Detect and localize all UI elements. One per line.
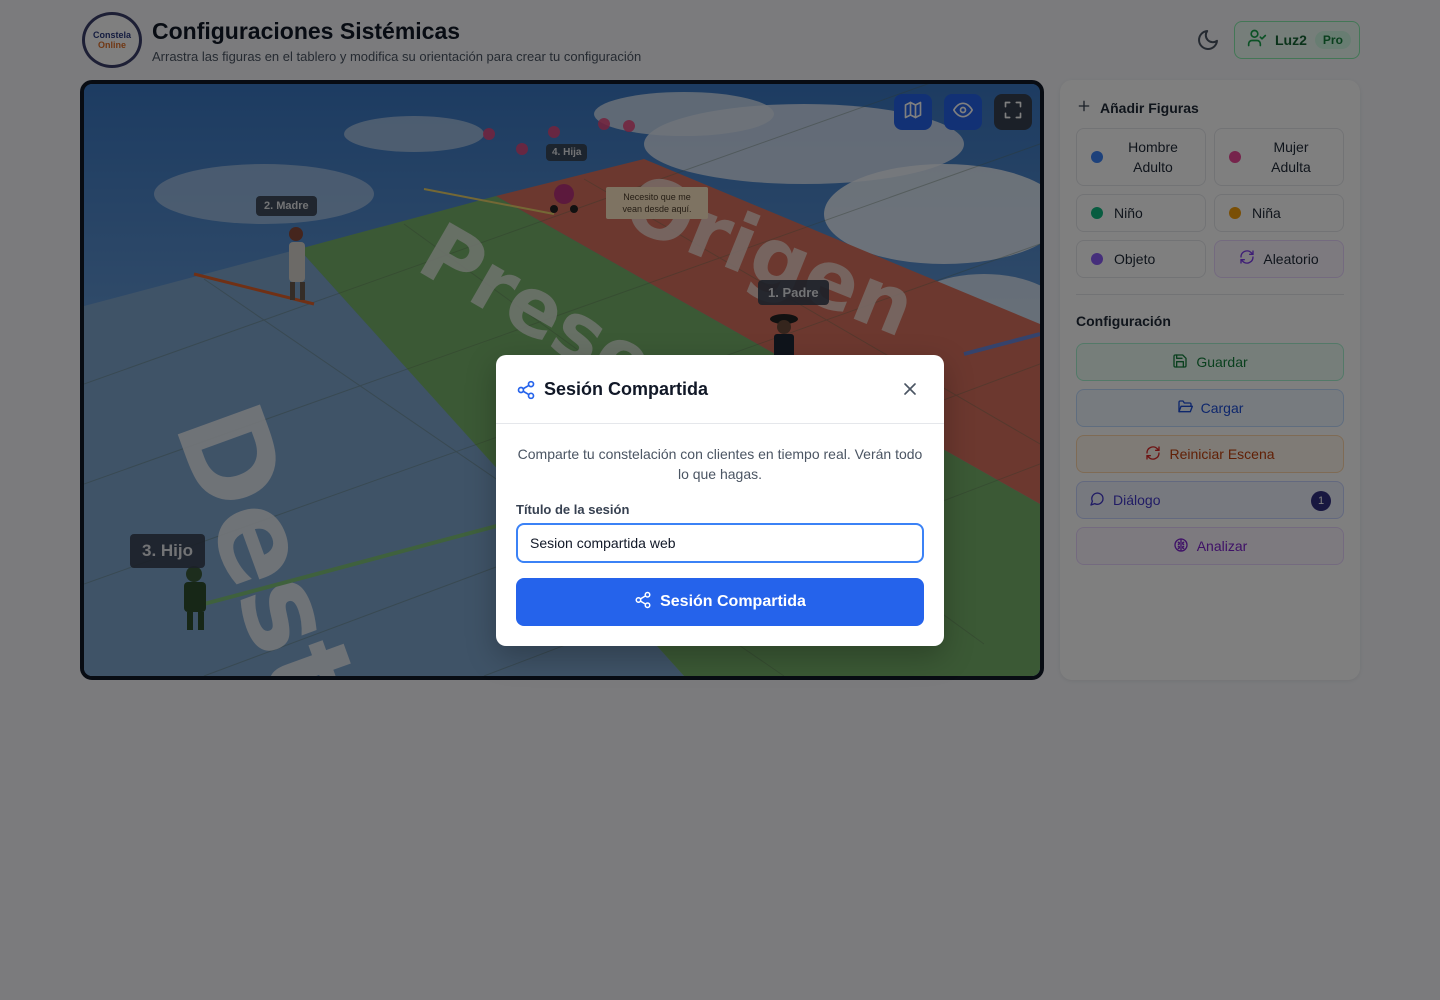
dialog-header: Sesión Compartida [496, 355, 944, 424]
share-icon [634, 591, 652, 614]
dialog-title: Sesión Compartida [544, 379, 709, 399]
session-title-input[interactable] [516, 523, 924, 563]
close-icon[interactable] [900, 379, 920, 399]
start-shared-session-button[interactable]: Sesión Compartida [516, 578, 924, 626]
shared-session-dialog: Sesión Compartida Comparte tu constelaci… [496, 355, 944, 646]
session-title-label: Título de la sesión [516, 502, 630, 517]
share-icon [516, 380, 536, 405]
dialog-description: Comparte tu constelación con clientes en… [517, 446, 923, 482]
